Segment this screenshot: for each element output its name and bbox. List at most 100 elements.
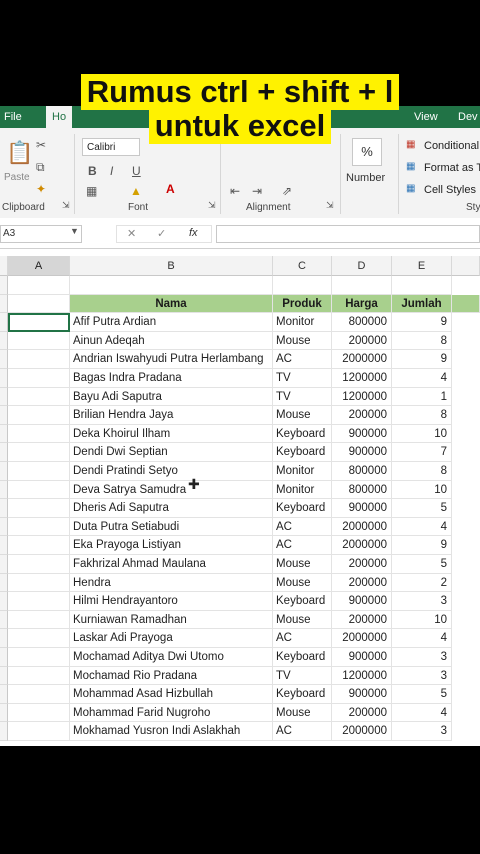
font-launcher-icon[interactable]: ⇲ xyxy=(208,200,216,211)
cell-jumlah[interactable]: 8 xyxy=(392,406,452,425)
cell-harga[interactable]: 200000 xyxy=(332,331,392,351)
cell-nama[interactable]: Kurniawan Ramadhan xyxy=(70,610,273,630)
row-header[interactable] xyxy=(0,406,8,425)
cell-produk[interactable]: Keyboard xyxy=(273,424,332,444)
column-header-d[interactable]: D xyxy=(332,256,392,276)
cell-nama[interactable]: Mochamad Rio Pradana xyxy=(70,666,273,686)
cell-produk[interactable]: Mouse xyxy=(273,555,332,574)
cell[interactable] xyxy=(8,703,70,723)
cell-harga[interactable]: 200000 xyxy=(332,703,392,723)
row-header[interactable] xyxy=(0,276,8,295)
row-header[interactable] xyxy=(0,443,8,462)
cell-produk[interactable]: Mouse xyxy=(273,331,332,351)
cell-jumlah[interactable]: 2 xyxy=(392,573,452,593)
cell-jumlah[interactable]: 3 xyxy=(392,722,452,741)
cell-nama[interactable]: Afif Putra Ardian xyxy=(70,313,273,332)
row-header[interactable] xyxy=(0,424,8,444)
row-header[interactable] xyxy=(0,331,8,351)
cell-jumlah[interactable]: 3 xyxy=(392,648,452,667)
decrease-indent-icon[interactable]: ⇤ xyxy=(230,184,240,198)
cell[interactable] xyxy=(8,424,70,444)
row-header[interactable] xyxy=(0,313,8,332)
cell-harga[interactable]: 900000 xyxy=(332,592,392,611)
row-header[interactable] xyxy=(0,722,8,741)
cell-harga[interactable]: 900000 xyxy=(332,648,392,667)
cell-harga[interactable]: 200000 xyxy=(332,406,392,425)
cell-jumlah[interactable]: 4 xyxy=(392,369,452,388)
cell[interactable] xyxy=(332,276,392,295)
row-header[interactable] xyxy=(0,592,8,611)
cell[interactable] xyxy=(8,369,70,388)
row-header[interactable] xyxy=(0,610,8,630)
formula-input[interactable] xyxy=(216,225,480,243)
cell[interactable] xyxy=(8,573,70,593)
cell-nama[interactable]: Dendi Dwi Septian xyxy=(70,443,273,462)
cell-harga[interactable]: 1200000 xyxy=(332,369,392,388)
row-header[interactable] xyxy=(0,350,8,369)
cell-harga[interactable]: 900000 xyxy=(332,685,392,704)
cell-harga[interactable]: 900000 xyxy=(332,499,392,518)
cell-produk[interactable]: AC xyxy=(273,536,332,555)
cell-nama[interactable]: Dheris Adi Saputra xyxy=(70,499,273,518)
row-header[interactable] xyxy=(0,517,8,537)
name-box-dropdown-icon[interactable]: ▼ xyxy=(70,226,79,236)
cell[interactable] xyxy=(273,276,332,295)
cell[interactable] xyxy=(8,443,70,462)
cell-nama[interactable]: Fakhrizal Ahmad Maulana xyxy=(70,555,273,574)
cell-jumlah[interactable]: 9 xyxy=(392,350,452,369)
cell-harga[interactable]: 200000 xyxy=(332,573,392,593)
cell-harga[interactable]: 2000000 xyxy=(332,517,392,537)
enter-icon[interactable]: ✓ xyxy=(157,227,166,240)
insert-function-button[interactable]: fx xyxy=(189,227,198,239)
header-cell-extra[interactable] xyxy=(452,294,480,314)
cell[interactable] xyxy=(8,462,70,481)
row-header[interactable] xyxy=(0,666,8,686)
row-header[interactable] xyxy=(0,294,8,314)
cell-jumlah[interactable]: 1 xyxy=(392,387,452,407)
cell[interactable] xyxy=(8,406,70,425)
cell[interactable] xyxy=(8,331,70,351)
cell-produk[interactable]: Keyboard xyxy=(273,648,332,667)
cell[interactable] xyxy=(8,499,70,518)
cell-nama[interactable]: Eka Prayoga Listiyan xyxy=(70,536,273,555)
cell-produk[interactable]: Monitor xyxy=(273,313,332,332)
cell-nama[interactable]: Dendi Pratindi Setyo xyxy=(70,462,273,481)
cell-nama[interactable]: Brilian Hendra Jaya xyxy=(70,406,273,425)
cell-produk[interactable]: AC xyxy=(273,517,332,537)
header-cell-produk[interactable]: Produk xyxy=(273,294,332,314)
cell[interactable] xyxy=(8,610,70,630)
cell-jumlah[interactable]: 5 xyxy=(392,685,452,704)
cell[interactable] xyxy=(8,276,70,295)
cell-harga[interactable]: 1200000 xyxy=(332,666,392,686)
row-header[interactable] xyxy=(0,555,8,574)
cell-nama[interactable]: Mochamad Aditya Dwi Utomo xyxy=(70,648,273,667)
column-header-c[interactable]: C xyxy=(273,256,332,276)
cell-produk[interactable]: AC xyxy=(273,350,332,369)
cell-produk[interactable]: AC xyxy=(273,722,332,741)
cell-nama[interactable]: Bayu Adi Saputra xyxy=(70,387,273,407)
cell-jumlah[interactable]: 9 xyxy=(392,536,452,555)
cell-jumlah[interactable]: 8 xyxy=(392,331,452,351)
cell[interactable] xyxy=(8,536,70,555)
row-header[interactable] xyxy=(0,536,8,555)
row-header[interactable] xyxy=(0,703,8,723)
cell-jumlah[interactable]: 7 xyxy=(392,443,452,462)
cell-harga[interactable]: 1200000 xyxy=(332,387,392,407)
cell[interactable] xyxy=(392,276,452,295)
cell-harga[interactable]: 900000 xyxy=(332,424,392,444)
cell-jumlah[interactable]: 5 xyxy=(392,499,452,518)
cell-nama[interactable]: Ainun Adeqah xyxy=(70,331,273,351)
cell-produk[interactable]: Mouse xyxy=(273,573,332,593)
cell-nama[interactable]: Hendra xyxy=(70,573,273,593)
copy-icon[interactable]: ⧉ xyxy=(36,160,45,175)
cell-produk[interactable]: Monitor xyxy=(273,480,332,500)
column-header-b[interactable]: B xyxy=(70,256,273,276)
cell-jumlah[interactable]: 5 xyxy=(392,555,452,574)
format-as-table-button[interactable]: Format as T xyxy=(424,162,480,174)
cell-nama[interactable]: Duta Putra Setiabudi xyxy=(70,517,273,537)
cell-harga[interactable]: 200000 xyxy=(332,610,392,630)
cell-produk[interactable]: Keyboard xyxy=(273,443,332,462)
cell-harga[interactable]: 900000 xyxy=(332,443,392,462)
cell-harga[interactable]: 2000000 xyxy=(332,722,392,741)
cell-jumlah[interactable]: 4 xyxy=(392,629,452,648)
